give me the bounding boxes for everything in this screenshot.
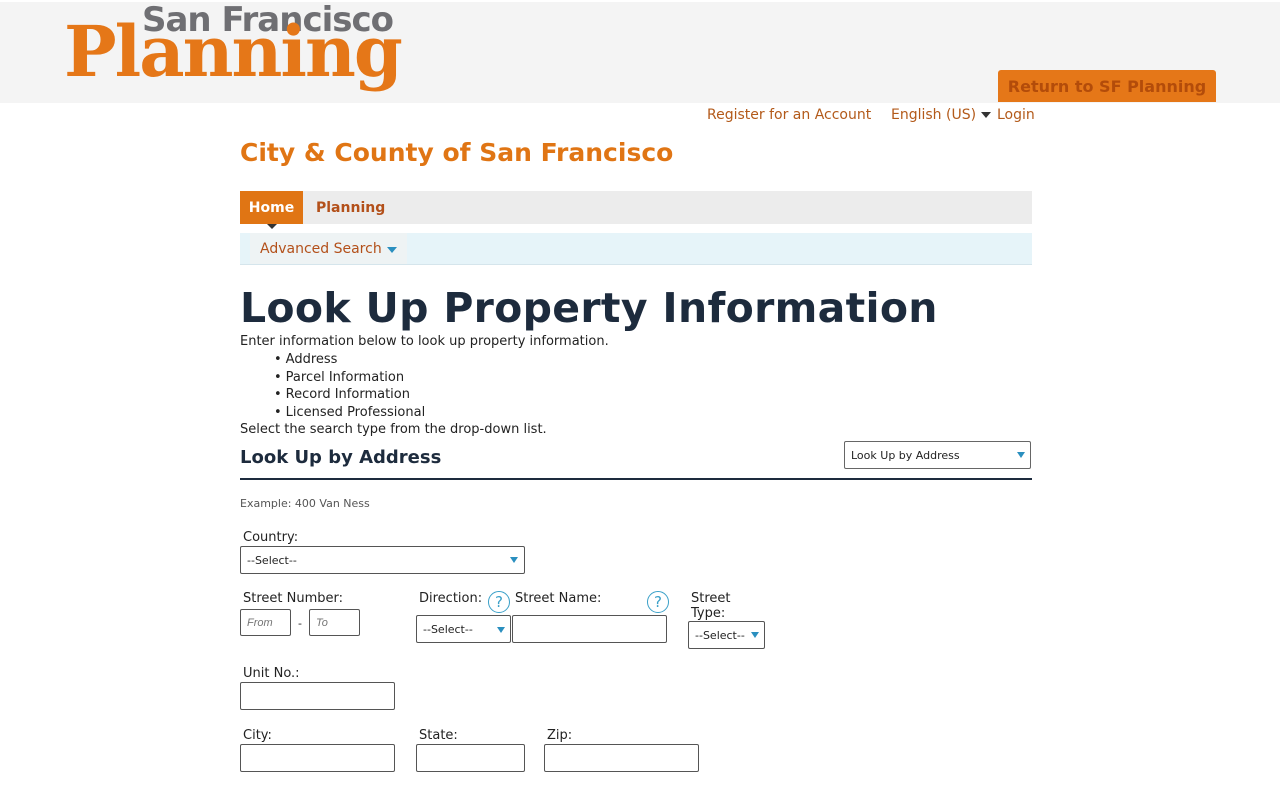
sf-planning-logo[interactable]: San Francisco Planning: [64, 0, 414, 104]
chevron-down-icon: [510, 557, 518, 563]
street-type-value: --Select--: [695, 628, 745, 642]
street-type-label: Street Type:: [691, 591, 731, 621]
main-nav: Home Planning: [240, 191, 1032, 229]
section-divider: [240, 478, 1032, 480]
page-title: Look Up Property Information: [240, 284, 938, 332]
chevron-down-icon: [497, 627, 505, 633]
direction-label: Direction:: [419, 591, 483, 606]
question-circle-icon[interactable]: ?: [647, 591, 669, 613]
sub-nav: Advanced Search: [240, 233, 1032, 265]
list-item: Licensed Professional: [274, 404, 426, 422]
login-link[interactable]: Login: [997, 107, 1035, 123]
list-item: Parcel Information: [274, 369, 425, 387]
chevron-down-icon: [386, 246, 397, 253]
select-hint-text: Select the search type from the drop-dow…: [240, 422, 547, 437]
register-link[interactable]: Register for an Account: [707, 107, 871, 123]
street-number-to-input[interactable]: [309, 609, 360, 636]
street-name-input[interactable]: [512, 615, 667, 643]
list-item: Address: [274, 351, 425, 369]
question-circle-icon[interactable]: ?: [488, 591, 510, 613]
chevron-down-icon: [1017, 452, 1025, 458]
unit-label: Unit No.:: [243, 666, 300, 681]
tab-home[interactable]: Home: [240, 191, 303, 229]
street-name-label: Street Name:: [515, 591, 602, 606]
zip-input[interactable]: [544, 744, 699, 772]
city-input[interactable]: [240, 744, 395, 772]
logo-line2: Planning: [64, 10, 403, 93]
advanced-search-menu[interactable]: Advanced Search: [250, 233, 407, 264]
chevron-down-icon: [751, 632, 759, 638]
street-number-from-input[interactable]: [240, 609, 291, 636]
street-number-label: Street Number:: [243, 591, 344, 606]
agency-title: City & County of San Francisco: [240, 138, 674, 167]
list-item: Record Information: [274, 386, 425, 404]
direction-select[interactable]: --Select--: [416, 615, 511, 643]
zip-label: Zip:: [547, 728, 573, 743]
country-label: Country:: [243, 530, 299, 545]
country-select[interactable]: --Select--: [240, 546, 525, 574]
search-type-value: Look Up by Address: [851, 448, 960, 462]
section-title: Look Up by Address: [240, 447, 442, 468]
street-type-label-line1: Street: [691, 591, 731, 606]
unit-number-input[interactable]: [240, 682, 395, 710]
caret-down-icon: [981, 112, 992, 118]
search-type-list: Address Parcel Information Record Inform…: [274, 351, 426, 422]
tab-planning[interactable]: Planning: [316, 191, 385, 224]
city-label: City:: [243, 728, 272, 743]
state-input[interactable]: [416, 744, 525, 772]
example-text: Example: 400 Van Ness: [240, 497, 370, 510]
search-type-dropdown[interactable]: Look Up by Address: [844, 441, 1031, 469]
language-label: English (US): [891, 107, 977, 123]
language-selector[interactable]: English (US): [891, 107, 992, 123]
direction-value: --Select--: [423, 622, 473, 636]
country-value: --Select--: [247, 553, 297, 567]
intro-text: Enter information below to look up prope…: [240, 334, 609, 349]
street-type-select[interactable]: --Select--: [688, 621, 765, 649]
street-type-label-line2: Type:: [691, 606, 726, 621]
range-separator: -: [298, 617, 302, 630]
state-label: State:: [419, 728, 458, 743]
return-to-sf-planning-button[interactable]: Return to SF Planning: [998, 70, 1216, 102]
advanced-search-label: Advanced Search: [260, 240, 382, 257]
